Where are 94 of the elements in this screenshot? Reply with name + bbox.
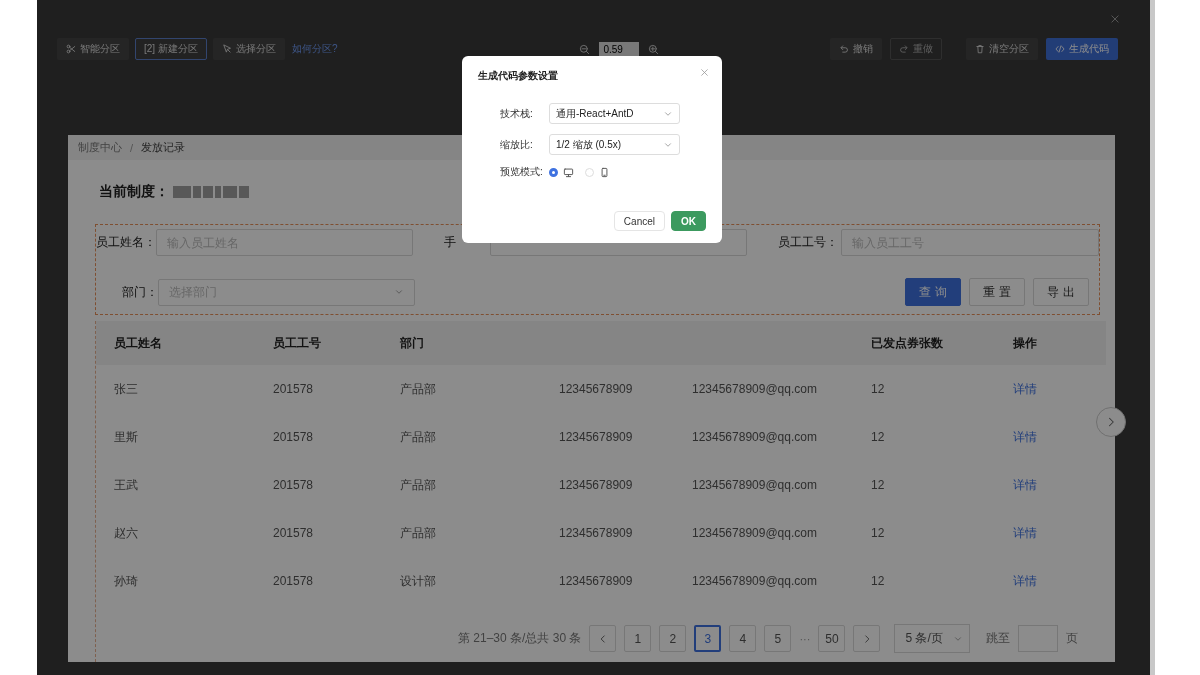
dropdown[interactable]: 1/2 缩放 (0.5x) <box>549 134 680 155</box>
table-cell-text: 里斯 <box>113 428 139 446</box>
details-link[interactable]: 详情 <box>1013 573 1037 588</box>
close-icon[interactable] <box>1110 14 1120 24</box>
tool-button[interactable]: 选择分区 <box>212 38 285 60</box>
tool-button[interactable]: 清空分区 <box>966 38 1038 60</box>
table-cell-text: 产品部 <box>399 476 437 494</box>
table-cell-text: 12345678909@qq.com <box>691 477 818 494</box>
dialog-title: 生成代码参数设置 <box>478 69 559 83</box>
pointer-icon <box>221 44 232 54</box>
table-cell-text: 12345678909 <box>558 477 634 494</box>
page-button[interactable]: 5 <box>764 625 792 652</box>
table-cell-text: 孙琦 <box>113 572 139 590</box>
details-link[interactable]: 详情 <box>1013 525 1037 540</box>
table-cell-text: 12345678909 <box>558 429 634 446</box>
ok-button[interactable]: OK <box>671 211 706 231</box>
table-cell-text: 201578 <box>272 525 315 542</box>
radio-button[interactable] <box>549 167 558 177</box>
zoom-out-icon[interactable] <box>579 43 591 55</box>
breadcrumb-separator: / <box>130 141 134 154</box>
page-button[interactable]: 50 <box>818 625 846 652</box>
table-cell-text: 12345678909@qq.com <box>691 525 818 542</box>
action-button[interactable]: 查 询 <box>905 278 961 306</box>
jump-label: 跳至 <box>985 630 1010 647</box>
trash-icon <box>975 44 985 54</box>
table-cell-text: 12 <box>870 525 886 542</box>
details-link[interactable]: 详情 <box>1013 429 1037 444</box>
table-cell-text: 12345678909@qq.com <box>691 429 818 446</box>
table-cell-text: 12 <box>870 429 886 446</box>
tool-button[interactable]: 撤销 <box>830 38 882 60</box>
tool-button[interactable]: 智能分区 <box>57 38 129 60</box>
field-label: 缩放比: <box>500 137 534 152</box>
page-ellipsis: ··· <box>799 632 811 645</box>
phone-icon <box>599 166 610 178</box>
policy-label: 当前制度： <box>99 183 169 201</box>
table-cell-text: 产品部 <box>399 524 437 542</box>
page-button[interactable]: 2 <box>659 625 687 652</box>
table-cell: 12345678909 <box>541 365 674 413</box>
generate-button[interactable]: 生成代码 <box>1046 38 1118 60</box>
details-link[interactable]: 详情 <box>1013 477 1037 492</box>
cancel-button[interactable]: Cancel <box>613 211 665 231</box>
action-button[interactable]: 导 出 <box>1033 278 1089 306</box>
table-cell-text: 赵六 <box>113 524 139 542</box>
column-header: 部门 <box>382 321 541 365</box>
table-cell: 产品部 <box>382 365 541 413</box>
close-icon[interactable] <box>700 68 709 77</box>
page-summary: 第 21–30 条/总共 30 条 <box>458 630 582 647</box>
zoom-in-icon[interactable] <box>648 43 660 55</box>
scroll-right-button[interactable] <box>1096 407 1126 437</box>
table-cell-text: 产品部 <box>399 428 437 446</box>
table-cell: 12 <box>853 365 995 413</box>
scissors-icon <box>66 44 76 54</box>
breadcrumb-item: 发放记录 <box>141 140 186 155</box>
undo-icon <box>839 44 849 54</box>
table-cell-text: 201578 <box>272 477 315 494</box>
column-header: 操作 <box>995 321 1106 365</box>
page-unit: 页 <box>1065 630 1078 647</box>
table-cell-text: 12 <box>870 573 886 590</box>
table-cell: 201578 <box>255 365 382 413</box>
chevron-down-icon <box>394 287 404 297</box>
page-button[interactable]: 3 <box>694 625 722 652</box>
table-cell: 12345678909@qq.com <box>674 365 853 413</box>
zoom-field[interactable]: 0.59 <box>599 42 640 56</box>
field-label: 技术栈: <box>500 106 534 121</box>
table-cell: 张三 <box>96 365 255 413</box>
field-label: 员工工号： <box>778 234 838 251</box>
breadcrumb-item[interactable]: 制度中心 <box>78 140 122 155</box>
code-icon <box>1055 44 1065 54</box>
field-label: 手 <box>444 234 456 251</box>
monitor-icon <box>563 166 574 178</box>
page-size-select[interactable]: 5 条/页 <box>894 624 970 653</box>
table-cell-text: 王武 <box>113 476 139 494</box>
tool-button[interactable]: [2] 新建分区 <box>135 38 207 60</box>
table-cell-text: 201578 <box>272 573 315 590</box>
table-cell-text: 201578 <box>272 429 315 446</box>
next-page-button[interactable] <box>853 625 881 652</box>
table-cell-text: 12345678909 <box>558 525 634 542</box>
page-button[interactable]: 4 <box>729 625 757 652</box>
table-cell-text: 设计部 <box>399 572 437 590</box>
column-header: 员工工号 <box>255 321 382 365</box>
previous-page-button[interactable] <box>589 625 617 652</box>
table-cell-text: 12 <box>870 477 886 494</box>
help-link[interactable]: 如何分区? <box>291 42 338 56</box>
column-header: 已发点券张数 <box>853 321 995 365</box>
table-cell-text: 12345678909@qq.com <box>691 573 818 590</box>
dropdown[interactable]: 通用-React+AntD <box>549 103 680 124</box>
column-header: 员工姓名 <box>96 321 255 365</box>
action-button[interactable]: 重 置 <box>969 278 1025 306</box>
field-label: 员工姓名： <box>96 234 156 251</box>
field-label: 预览模式: <box>500 165 544 179</box>
page-button[interactable]: 1 <box>624 625 652 652</box>
field-label: 部门： <box>122 283 158 301</box>
details-link[interactable]: 详情 <box>1013 381 1037 396</box>
table-cell-text: 12345678909 <box>558 573 634 590</box>
